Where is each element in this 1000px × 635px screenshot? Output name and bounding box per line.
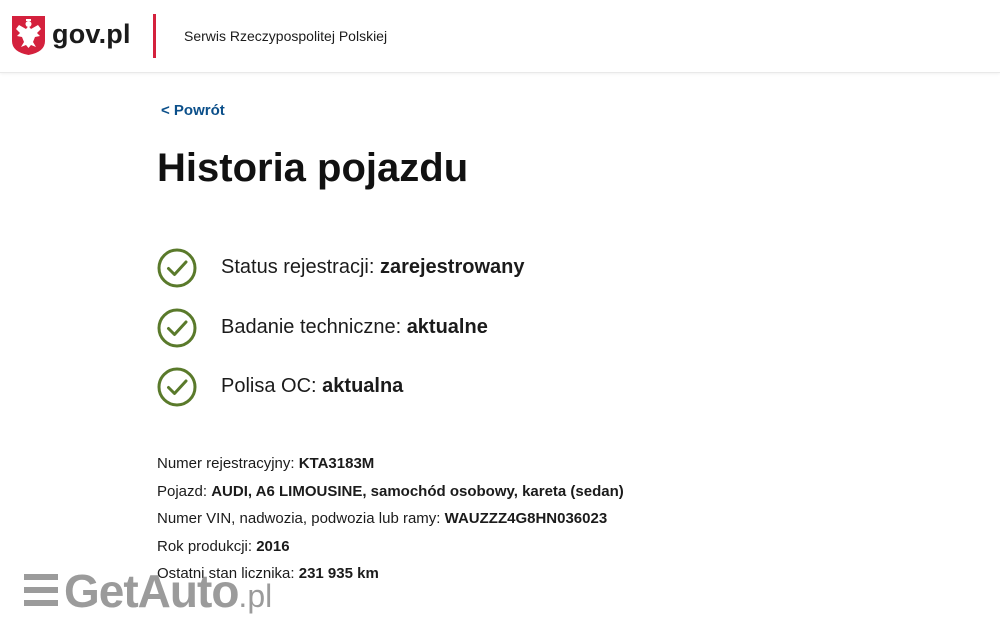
polish-emblem-icon	[12, 16, 45, 55]
watermark-lines-icon	[24, 574, 58, 608]
detail-value: AUDI, A6 LIMOUSINE, samochód osobowy, ka…	[211, 482, 624, 500]
header-divider	[153, 14, 156, 58]
detail-value: WAUZZZ4G8HN036023	[444, 510, 608, 527]
status-technical-inspection-text: Badanie techniczne: aktualne	[221, 316, 488, 339]
detail-label: Numer rejestracyjny:	[157, 455, 299, 472]
detail-label: Rok produkcji:	[157, 537, 257, 555]
site-header: gov.pl Serwis Rzeczypospolitej Polskiej	[0, 0, 1000, 73]
detail-label: Pojazd:	[157, 482, 212, 500]
detail-vehicle: Pojazd: AUDI, A6 LIMOUSINE, samochód oso…	[157, 478, 624, 506]
watermark-suffix: .pl	[238, 578, 273, 614]
status-label: Polisa OC:	[221, 375, 323, 397]
watermark-text: GetAuto.pl	[64, 564, 272, 618]
gov-pl-logo[interactable]: gov.pl	[52, 19, 131, 50]
watermark-brand: GetAuto	[64, 565, 239, 617]
service-name: Serwis Rzeczypospolitej Polskiej	[184, 28, 388, 44]
detail-production-year: Rok produkcji: 2016	[157, 533, 624, 561]
status-value: zarejestrowany	[379, 256, 525, 278]
detail-value: 2016	[256, 537, 290, 555]
status-value: aktualna	[322, 375, 404, 397]
page-title: Historia pojazdu	[157, 146, 469, 190]
check-circle-icon	[157, 248, 197, 288]
check-circle-icon	[157, 367, 197, 407]
detail-value: 231 935 km	[298, 565, 379, 582]
status-label: Status rejestracji:	[221, 256, 380, 278]
status-registration-text: Status rejestracji: zarejestrowany	[221, 256, 524, 279]
status-insurance-text: Polisa OC: aktualna	[221, 375, 403, 398]
detail-value: KTA3183M	[298, 455, 375, 472]
check-circle-icon	[157, 308, 197, 348]
back-link[interactable]: < Powrót	[161, 102, 225, 119]
status-value: aktualne	[406, 316, 488, 338]
detail-label: Numer VIN, nadwozia, podwozia lub ramy:	[157, 510, 445, 527]
detail-registration-number: Numer rejestracyjny: KTA3183M	[157, 450, 624, 478]
status-label: Badanie techniczne:	[221, 316, 407, 338]
detail-vin: Numer VIN, nadwozia, podwozia lub ramy: …	[157, 505, 624, 533]
